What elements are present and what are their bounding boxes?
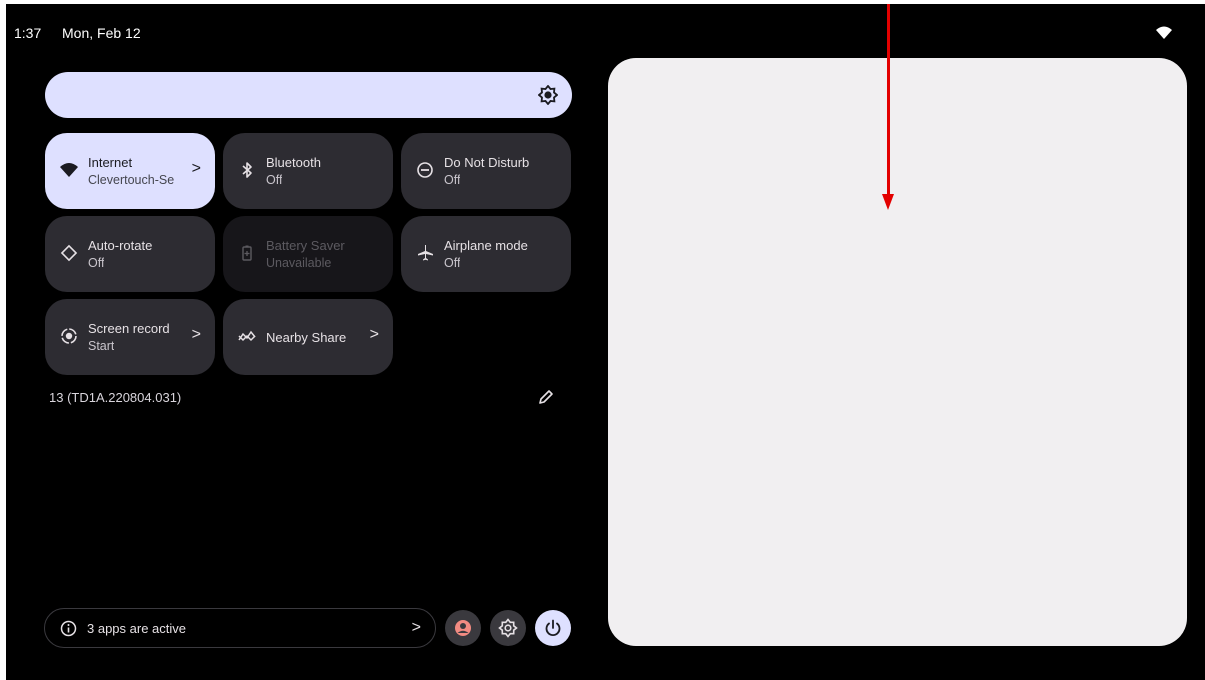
tile-auto-rotate[interactable]: Auto-rotate Off: [45, 216, 215, 292]
tile-label: Airplane mode: [444, 238, 528, 253]
tile-screen-record[interactable]: Screen record Start >: [45, 299, 215, 375]
power-icon: [545, 619, 561, 637]
edit-icon[interactable]: [537, 388, 555, 406]
tile-subtitle: Off: [88, 256, 105, 270]
active-apps-label: 3 apps are active: [87, 621, 187, 636]
user-icon: [455, 620, 471, 636]
annotation-arrow-line: [887, 4, 890, 196]
tile-subtitle: Clevertouch-Se: [88, 173, 175, 187]
annotation-arrow-head: [882, 194, 894, 210]
tile-label: Nearby Share: [266, 330, 347, 345]
brightness-icon: [538, 85, 558, 105]
chevron-right-icon: >: [191, 160, 201, 177]
tile-subtitle: Start: [88, 339, 115, 353]
tile-bluetooth[interactable]: Bluetooth Off: [223, 133, 393, 209]
chevron-right-icon: >: [191, 326, 201, 343]
status-bar: 1:37 Mon, Feb 12: [6, 4, 1205, 60]
tile-subtitle: Off: [444, 173, 461, 187]
user-switcher-button[interactable]: [445, 610, 481, 646]
settings-icon: [498, 618, 518, 638]
tile-subtitle: Off: [444, 256, 461, 270]
active-apps-button[interactable]: 3 apps are active >: [44, 608, 436, 648]
notification-panel[interactable]: [608, 58, 1187, 646]
tile-label: Internet: [88, 155, 133, 170]
chevron-right-icon: >: [369, 326, 379, 343]
wifi-icon: [60, 163, 78, 177]
screen-record-icon: [61, 328, 77, 344]
do-not-disturb-icon: [417, 162, 433, 178]
battery-saver-icon: [242, 245, 252, 261]
tile-subtitle: Unavailable: [266, 256, 332, 270]
tile-subtitle: Off: [266, 173, 283, 187]
tile-label: Battery Saver: [266, 238, 345, 253]
tile-label: Auto-rotate: [88, 238, 153, 253]
settings-button[interactable]: [490, 610, 526, 646]
info-icon: [60, 620, 77, 637]
tile-airplane-mode[interactable]: Airplane mode Off: [401, 216, 571, 292]
tile-nearby-share[interactable]: Nearby Share >: [223, 299, 393, 375]
tile-label: Do Not Disturb: [444, 155, 530, 170]
build-number[interactable]: 13 (TD1A.220804.031): [49, 390, 181, 405]
tile-label: Screen record: [88, 321, 170, 336]
tile-internet[interactable]: Internet Clevertouch-Se >: [45, 133, 215, 209]
chevron-right-icon: >: [411, 619, 421, 636]
brightness-slider[interactable]: [45, 72, 572, 118]
tile-label: Bluetooth: [266, 155, 321, 170]
date: Mon, Feb 12: [62, 25, 141, 41]
clock: 1:37: [14, 25, 42, 41]
airplane-icon: [418, 245, 433, 261]
tile-battery-saver: Battery Saver Unavailable: [223, 216, 393, 292]
auto-rotate-icon: [60, 244, 78, 262]
bluetooth-icon: [242, 162, 252, 178]
tile-do-not-disturb[interactable]: Do Not Disturb Off: [401, 133, 571, 209]
wifi-icon: [1156, 26, 1172, 39]
nearby-share-icon: [238, 330, 256, 342]
power-button[interactable]: [535, 610, 571, 646]
quick-settings-screen: 1:37 Mon, Feb 12 Internet Clevertouch-Se…: [6, 4, 1205, 680]
